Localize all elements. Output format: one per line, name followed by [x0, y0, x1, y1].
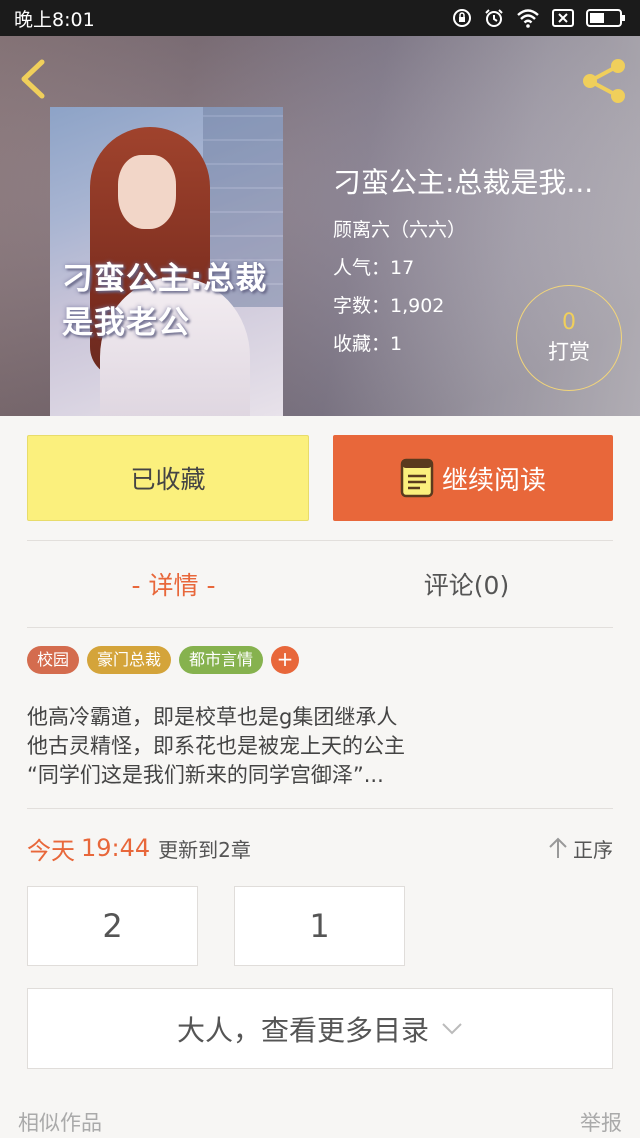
sim-icon	[552, 9, 574, 27]
book-header: 刁蛮公主:总裁是我老公 刁蛮公主:总裁是我... 顾离六（六六） 人气：17 字…	[0, 36, 640, 416]
book-title: 刁蛮公主:总裁是我...	[333, 166, 594, 199]
back-button[interactable]	[12, 54, 56, 104]
tab-details[interactable]: - 详情 -	[27, 541, 320, 627]
book-cover[interactable]: 刁蛮公主:总裁是我老公	[50, 107, 283, 416]
more-catalog-button[interactable]: 大人，查看更多目录	[27, 988, 613, 1069]
lock-rotation-icon	[453, 9, 471, 27]
chevron-left-icon	[21, 59, 45, 99]
add-tag-button[interactable]: +	[271, 646, 300, 674]
continue-reading-button[interactable]: 继续阅读	[333, 435, 613, 521]
similar-works-heading: 相似作品	[18, 1111, 102, 1135]
status-icons	[452, 8, 626, 28]
share-button[interactable]	[578, 56, 630, 106]
more-catalog-label: 大人，查看更多目录	[176, 1013, 429, 1047]
tag-campus[interactable]: 校园	[27, 646, 80, 674]
tag-list: 校园 豪门总裁 都市言情 +	[27, 646, 300, 674]
tip-button[interactable]: 0 打赏	[516, 285, 622, 391]
tip-label: 打赏	[548, 340, 590, 364]
status-bar: 晚上8:01	[0, 0, 640, 36]
update-day: 今天	[27, 836, 75, 865]
sort-button[interactable]: 正序	[547, 834, 613, 863]
continue-reading-label: 继续阅读	[441, 465, 546, 496]
book-author: 顾离六（六六）	[333, 219, 467, 241]
tab-comments[interactable]: 评论(0)	[320, 541, 613, 627]
update-row: 今天 19:44 更新到2章 正序	[27, 828, 613, 868]
chapter-item[interactable]: 2	[27, 886, 198, 966]
update-text: 更新到2章	[158, 837, 251, 862]
detail-tabs: - 详情 - 评论(0)	[27, 541, 613, 627]
arrow-up-icon	[549, 837, 567, 858]
tag-rich-ceo[interactable]: 豪门总裁	[87, 646, 172, 674]
tag-urban-romance[interactable]: 都市言情	[179, 646, 264, 674]
divider	[27, 808, 613, 809]
intro-line: “同学们这是我们新来的同学宫御泽”...	[27, 763, 384, 787]
tip-count: 0	[562, 310, 576, 335]
divider	[27, 627, 613, 628]
cover-title: 刁蛮公主:总裁是我老公	[62, 261, 268, 341]
battery-icon	[586, 9, 625, 27]
report-link[interactable]: 举报	[580, 1107, 622, 1137]
share-icon	[583, 59, 625, 103]
book-icon	[400, 458, 434, 498]
book-popularity: 人气：17	[333, 257, 415, 279]
collected-button[interactable]: 已收藏	[27, 435, 309, 521]
intro-line: 他古灵精怪，即系花也是被宠上天的公主	[27, 734, 405, 758]
wifi-icon	[517, 9, 539, 28]
sort-label: 正序	[573, 837, 613, 862]
status-time: 晚上8:01	[14, 8, 95, 31]
intro-line: 他高冷霸道，即是校草也是g集团继承人	[27, 705, 398, 729]
book-intro[interactable]: 他高冷霸道，即是校草也是g集团继承人 他古灵精怪，即系花也是被宠上天的公主 “同…	[27, 703, 613, 790]
chapter-item[interactable]: 1	[234, 886, 405, 966]
update-time: 19:44	[81, 834, 151, 862]
alarm-icon	[485, 9, 503, 27]
chevron-down-icon	[442, 1022, 462, 1034]
